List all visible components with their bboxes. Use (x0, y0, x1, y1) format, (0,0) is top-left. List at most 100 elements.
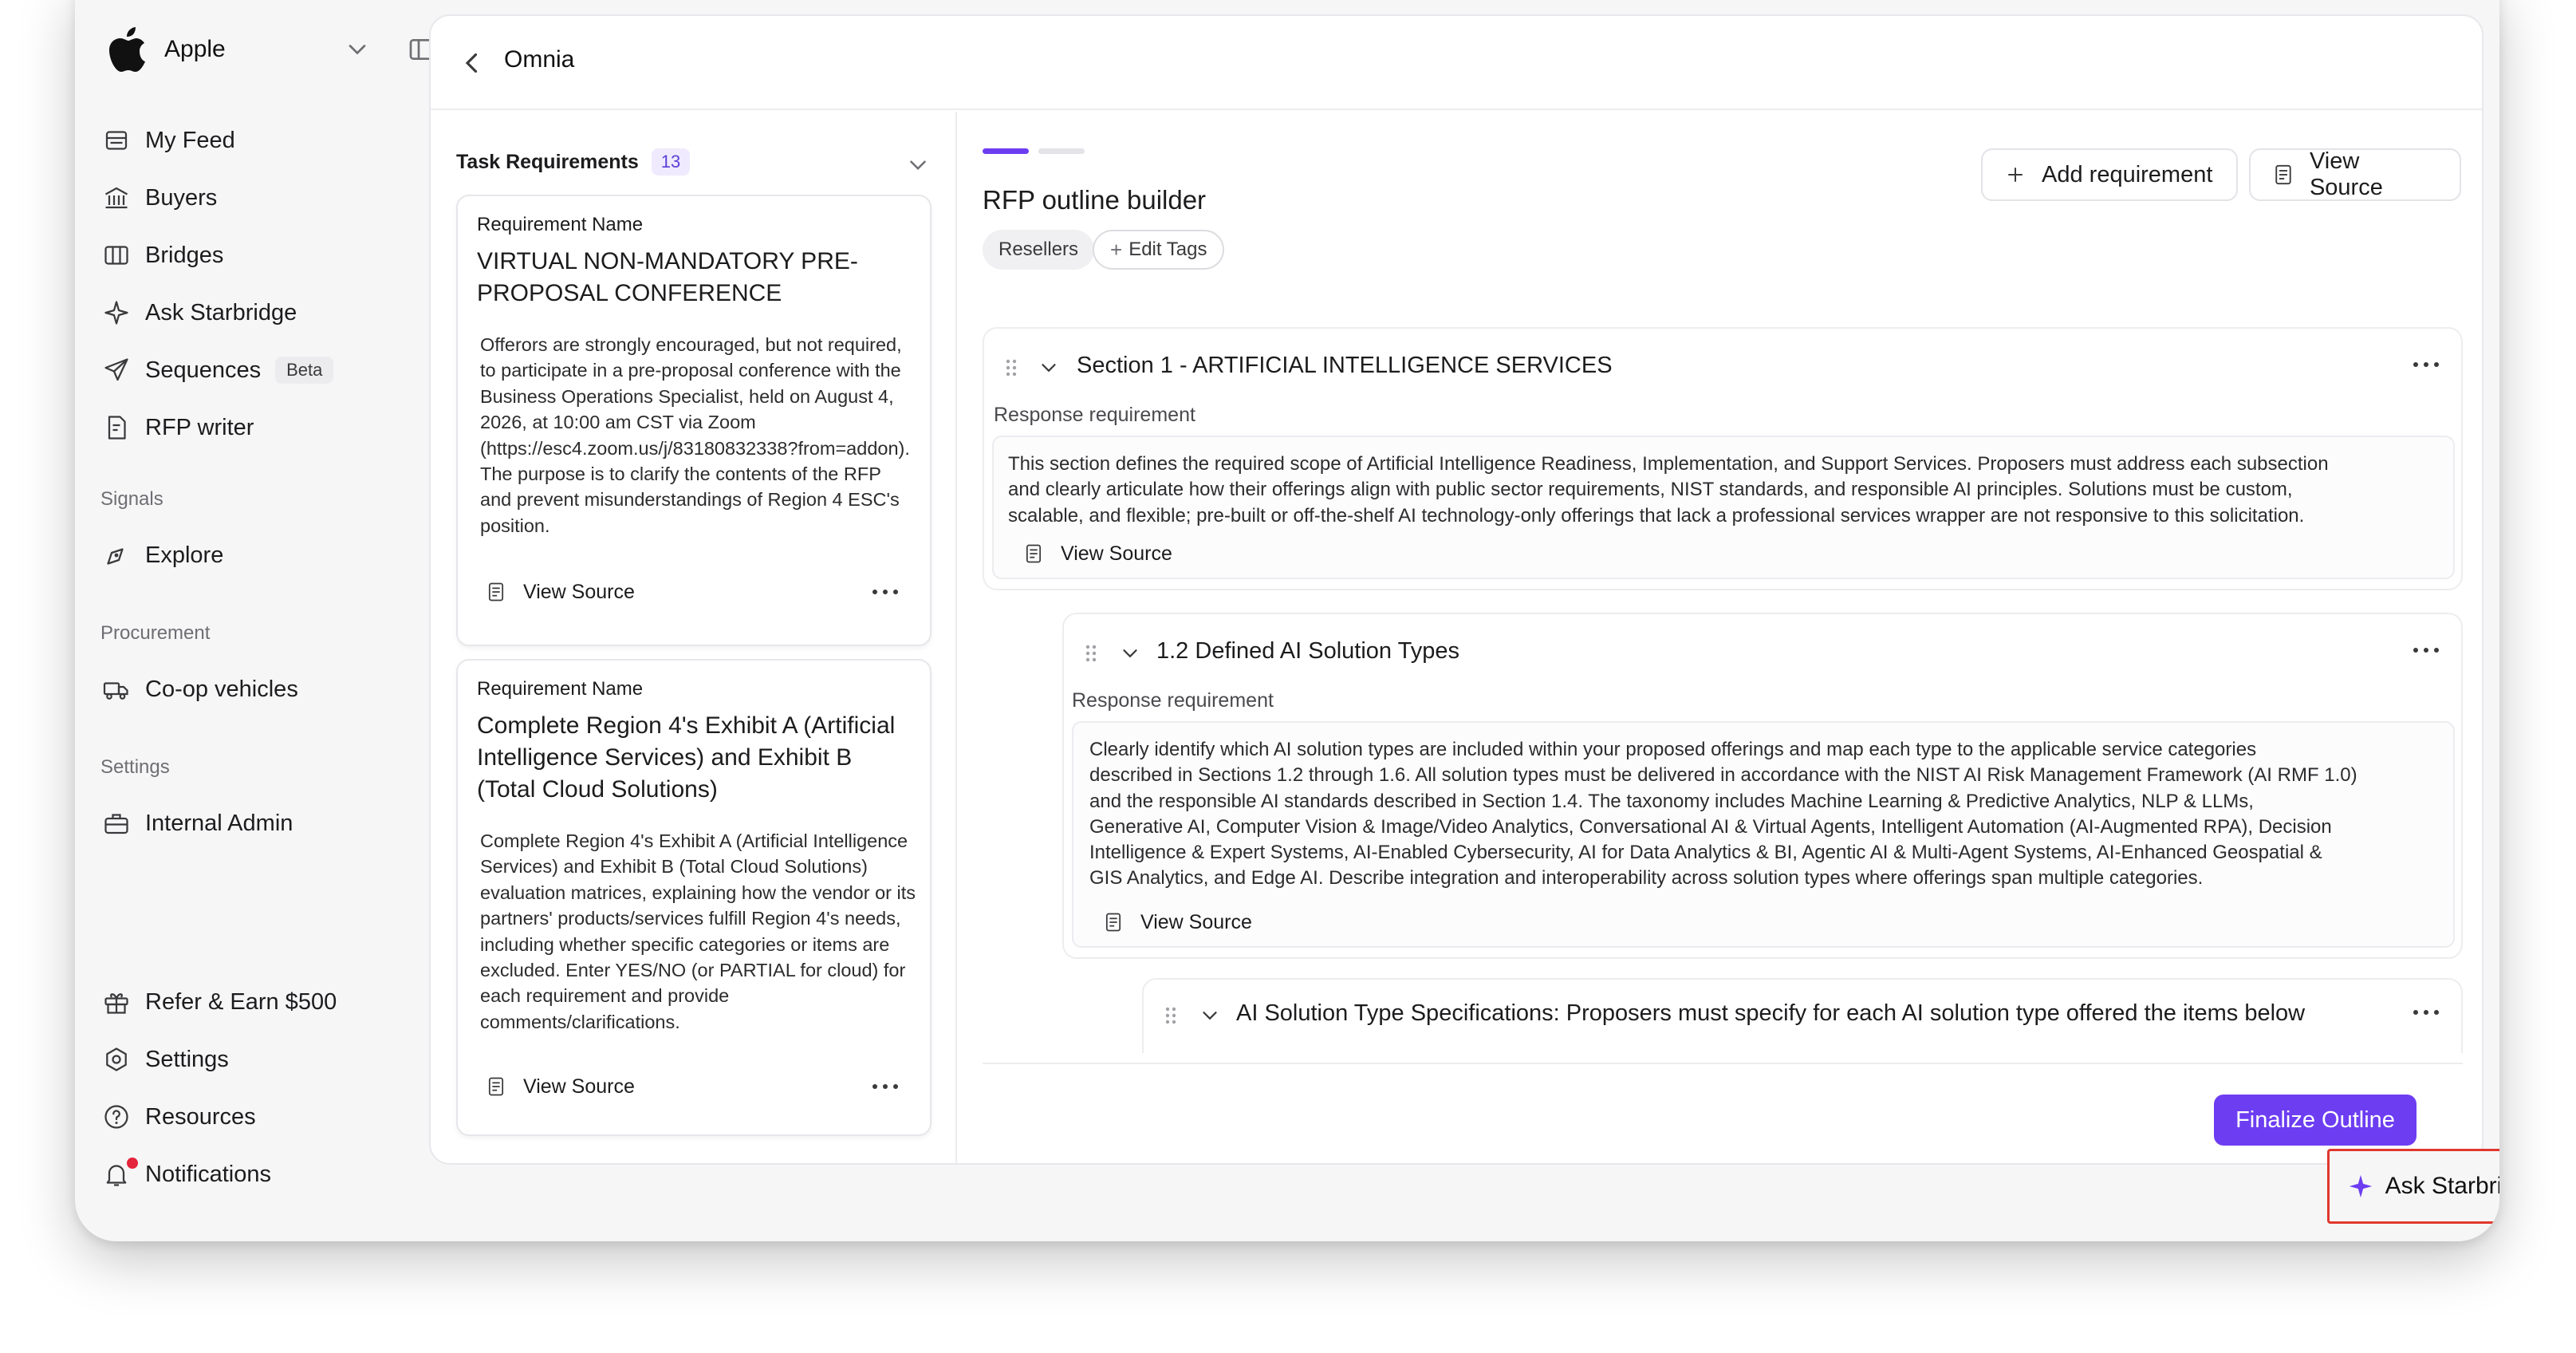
sidebar-item-label: Bridges (145, 242, 224, 268)
section-title: 1.2 Defined AI Solution Types (1156, 638, 1459, 664)
sidebar-item-label: Refer & Earn $500 (145, 988, 337, 1015)
response-requirement-text: Clearly identify which AI solution types… (1089, 737, 2445, 892)
sidebar-item-rfp-writer[interactable]: RFP writer (99, 404, 394, 452)
notification-dot (124, 1155, 140, 1171)
sidebar-item-label: Settings (145, 1046, 229, 1072)
document-icon (488, 1077, 504, 1096)
requirement-name: VIRTUAL NON-MANDATORY PRE-PROPOSAL CONFE… (477, 248, 858, 306)
step-indicator-inactive (1038, 148, 1085, 154)
finalize-outline-button[interactable]: Finalize Outline (2214, 1095, 2416, 1146)
plus-icon: + (1110, 237, 1123, 262)
view-source-link[interactable]: View Source (1022, 538, 1172, 570)
view-source-button[interactable]: View Source (2249, 148, 2461, 201)
edit-tags-button[interactable]: + Edit Tags (1093, 230, 1225, 270)
requirement-caption: Requirement Name (477, 678, 644, 700)
edit-tags-label: Edit Tags (1128, 239, 1207, 260)
sidebar-item-explore[interactable]: Explore (99, 531, 394, 579)
chevron-down-icon[interactable] (904, 152, 932, 179)
chevron-down-icon[interactable] (1118, 641, 1142, 665)
response-requirement-box[interactable]: Clearly identify which AI solution types… (1072, 721, 2455, 948)
gear-icon (99, 1042, 134, 1077)
outline-subsection[interactable]: 1.2 Defined AI Solution Types Response r… (1062, 613, 2463, 959)
sidebar-item-label: RFP writer (145, 414, 254, 440)
document-icon (1105, 913, 1121, 932)
view-source-link[interactable]: View Source (1102, 906, 1252, 938)
bell-icon (99, 1155, 140, 1192)
sidebar-item-settings[interactable]: Settings (99, 1035, 394, 1083)
ask-starbridge-button[interactable]: Ask Starbridge (2327, 1149, 2499, 1224)
sidebar-item-ask-starbridge[interactable]: Ask Starbridge (99, 289, 394, 337)
response-line: and clearly articulate how their offerin… (1008, 479, 2293, 501)
requirements-title: Task Requirements (456, 150, 639, 173)
sidebar-item-resources[interactable]: Resources (99, 1093, 394, 1141)
sidebar-item-label: My Feed (145, 127, 235, 153)
drag-handle-icon[interactable] (1003, 356, 1019, 380)
beta-badge: Beta (275, 357, 334, 384)
truck-icon (99, 672, 134, 707)
requirements-header: Task Requirements 13 (456, 148, 691, 176)
sidebar-item-label: Buyers (145, 184, 218, 211)
back-chevron-icon[interactable] (456, 46, 490, 80)
more-options-icon[interactable] (869, 1075, 901, 1099)
response-requirement-box[interactable]: This section defines the required scope … (992, 436, 2455, 579)
sidebar-item-co-op-vehicles[interactable]: Co-op vehicles (99, 665, 394, 713)
outline-section[interactable]: Section 1 - ARTIFICIAL INTELLIGENCE SERV… (983, 327, 2463, 590)
document-edit-icon (99, 410, 134, 445)
sidebar-item-buyers[interactable]: Buyers (99, 174, 394, 222)
requirement-description: Complete Region 4's Exhibit A (Artificia… (480, 830, 916, 1032)
plus-icon (2008, 168, 2023, 182)
requirement-card[interactable]: Requirement Name Complete Region 4's Exh… (456, 659, 932, 1136)
view-source-label: View Source (523, 580, 635, 603)
drag-handle-icon[interactable] (1083, 641, 1099, 665)
sidebar-item-sequences[interactable]: Sequences Beta (99, 346, 394, 394)
sparkle-icon (99, 295, 134, 330)
more-options-icon[interactable] (2410, 1000, 2442, 1024)
chevron-down-icon[interactable] (343, 35, 372, 64)
sidebar-item-label: Sequences (145, 357, 262, 383)
view-source-label: View Source (523, 1075, 635, 1098)
response-line: GIS Analytics, and Edge AI. Describe int… (1089, 867, 2204, 890)
app-window: Apple My Feed Buyers Bridges Ask Starbri… (75, 0, 2499, 1241)
outline-subsection[interactable]: AI Solution Type Specifications: Propose… (1142, 978, 2463, 1053)
sidebar-item-bridges[interactable]: Bridges (99, 231, 394, 279)
response-line: This section defines the required scope … (1008, 453, 2329, 475)
sidebar-item-refer-earn[interactable]: Refer & Earn $500 (99, 978, 394, 1026)
sidebar: Apple My Feed Buyers Bridges Ask Starbri… (75, 0, 436, 1241)
drag-handle-icon[interactable] (1163, 1004, 1179, 1028)
response-line: described in Sections 1.2 through 1.6. A… (1089, 764, 2357, 787)
more-options-icon[interactable] (869, 580, 901, 604)
chevron-down-icon[interactable] (1037, 356, 1061, 380)
sidebar-item-label: Resources (145, 1103, 256, 1130)
more-options-icon[interactable] (2410, 353, 2442, 377)
view-source-link[interactable]: View Source (485, 576, 635, 608)
builder-title: RFP outline builder (983, 185, 1207, 215)
sidebar-item-label: Explore (145, 542, 224, 568)
response-line: Intelligence & Expert Systems, AI-Enable… (1089, 842, 2322, 864)
tag-chip[interactable]: Resellers (983, 230, 1095, 270)
add-requirement-button[interactable]: Add requirement (1981, 148, 2238, 201)
response-line: Clearly identify which AI solution types… (1089, 739, 2257, 760)
org-name: Apple (164, 36, 226, 62)
response-line: Generative AI, Computer Vision & Image/V… (1089, 815, 2332, 838)
main-panel: Omnia Task Requirements 13 Requirement N… (429, 14, 2483, 1165)
feed-icon (99, 123, 134, 158)
view-source-link[interactable]: View Source (485, 1071, 635, 1103)
view-source-label: View Source (1140, 910, 1252, 933)
sidebar-item-my-feed[interactable]: My Feed (99, 116, 394, 164)
columns-icon (99, 238, 134, 273)
sidebar-item-internal-admin[interactable]: Internal Admin (99, 799, 394, 847)
step-indicator-active (983, 148, 1029, 154)
apple-logo-icon (104, 24, 150, 75)
more-options-icon[interactable] (2410, 638, 2442, 662)
requirements-count-badge: 13 (651, 148, 691, 176)
view-source-label: View Source (2309, 148, 2383, 200)
sidebar-item-notifications[interactable]: Notifications (99, 1150, 394, 1198)
requirement-card[interactable]: Requirement Name VIRTUAL NON-MANDATORY P… (456, 195, 932, 646)
settings-section-label: Settings (100, 756, 170, 778)
chevron-down-icon[interactable] (1198, 1004, 1222, 1028)
top-bar: Omnia (431, 16, 2482, 110)
document-icon (2275, 164, 2291, 185)
org-switcher[interactable]: Apple (104, 19, 436, 80)
sidebar-item-label: Notifications (145, 1161, 271, 1187)
footer-divider (983, 1063, 2463, 1064)
